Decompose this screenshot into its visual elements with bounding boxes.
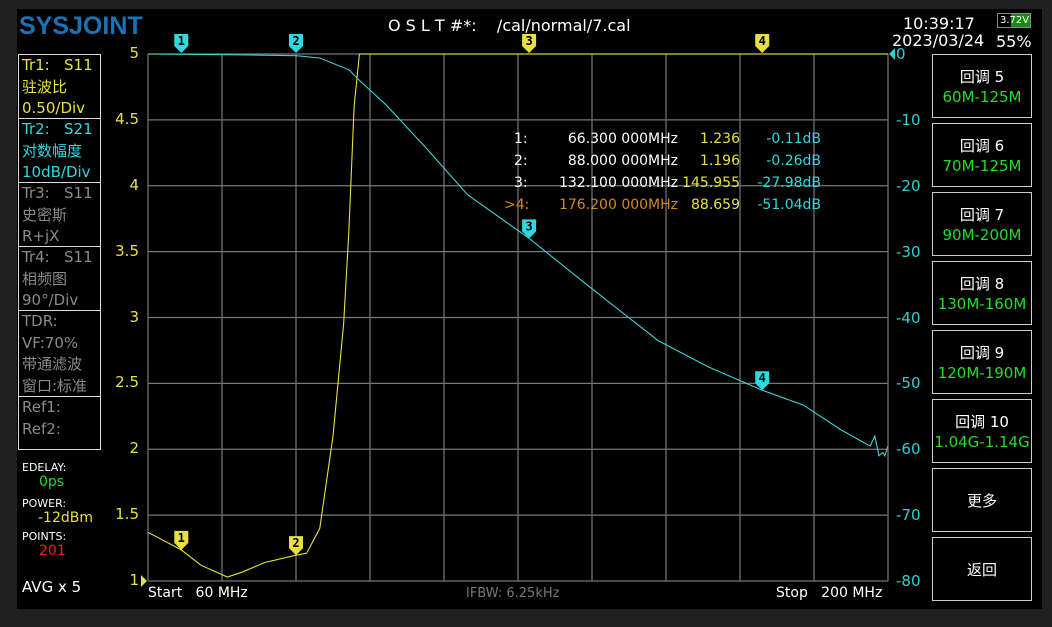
- marker-vswr: 88.659: [691, 197, 740, 213]
- svg-text:1: 1: [178, 34, 185, 48]
- button-range: 60M-125M: [942, 88, 1022, 106]
- left-reference-arrow-icon: [141, 575, 147, 587]
- recall-7-button[interactable]: 回调 7 90M-200M: [932, 192, 1032, 256]
- marker-2-s21-icon: 2: [289, 34, 303, 53]
- marker-2-s11-icon: 2: [289, 536, 303, 556]
- svg-text:2: 2: [292, 34, 299, 48]
- stop-frequency[interactable]: Stop 200 MHz: [776, 585, 882, 601]
- button-title: 回调 9: [959, 344, 1005, 362]
- button-title: 回调 5: [959, 68, 1005, 86]
- recall-9-button[interactable]: 回调 9 120M-190M: [932, 330, 1032, 394]
- svg-text:3: 3: [525, 34, 532, 48]
- svg-text:4: 4: [759, 371, 766, 385]
- marker-3-s11-offscale-icon: 3: [522, 34, 537, 53]
- start-frequency[interactable]: Start 60 MHz: [148, 585, 248, 601]
- recall-10-button[interactable]: 回调 10 1.04G-1.14G: [932, 399, 1032, 463]
- svg-text:3: 3: [525, 219, 532, 233]
- button-title: 回调 7: [959, 206, 1005, 224]
- button-title: 更多: [966, 492, 997, 510]
- chart-area: 1 1 2 2 3 3 4 4: [141, 34, 895, 587]
- svg-text:4: 4: [759, 34, 766, 48]
- svg-text:1: 1: [178, 531, 185, 545]
- button-range: 1.04G-1.14G: [934, 433, 1030, 451]
- button-title: 回调 6: [959, 137, 1005, 155]
- ifbw-status[interactable]: IFBW: 6.25kHz: [466, 586, 559, 601]
- marker-vswr: 145.955: [682, 175, 740, 191]
- recall-6-button[interactable]: 回调 6 70M-125M: [932, 123, 1032, 187]
- marker-frequency: 88.000 000MHz: [567, 153, 678, 169]
- marker-frequency: 66.300 000MHz: [567, 131, 678, 147]
- button-range: 90M-200M: [942, 226, 1022, 244]
- marker-db: -27.98dB: [757, 175, 821, 191]
- button-range: 120M-190M: [937, 364, 1027, 382]
- recall-5-button[interactable]: 回调 5 60M-125M: [932, 54, 1032, 118]
- button-range: 130M-160M: [937, 295, 1027, 313]
- button-title: 回调 8: [959, 275, 1005, 293]
- svg-text:2: 2: [292, 536, 299, 550]
- more-button[interactable]: 更多: [932, 468, 1032, 532]
- right-reference-arrow-icon: [889, 48, 895, 60]
- button-title: 返回: [966, 561, 997, 579]
- button-title: 回调 10: [955, 413, 1009, 431]
- marker-frequency: 132.100 000MHz: [558, 175, 678, 191]
- marker-db: -51.04dB: [757, 197, 821, 213]
- marker-db: -0.26dB: [766, 153, 821, 169]
- button-range: 70M-125M: [942, 157, 1022, 175]
- marker-label: >4:: [504, 197, 530, 213]
- marker-4-s11-offscale-icon: 4: [755, 34, 770, 53]
- recall-8-button[interactable]: 回调 8 130M-160M: [932, 261, 1032, 325]
- marker-vswr: 1.236: [699, 131, 740, 147]
- marker-db: -0.11dB: [766, 131, 821, 147]
- back-button[interactable]: 返回: [932, 537, 1032, 601]
- marker-4-s21-icon: 4: [755, 371, 770, 391]
- marker-1-s21-icon: 1: [174, 34, 189, 53]
- marker-vswr: 1.196: [699, 153, 740, 169]
- marker-frequency: 176.200 000MHz: [558, 197, 678, 213]
